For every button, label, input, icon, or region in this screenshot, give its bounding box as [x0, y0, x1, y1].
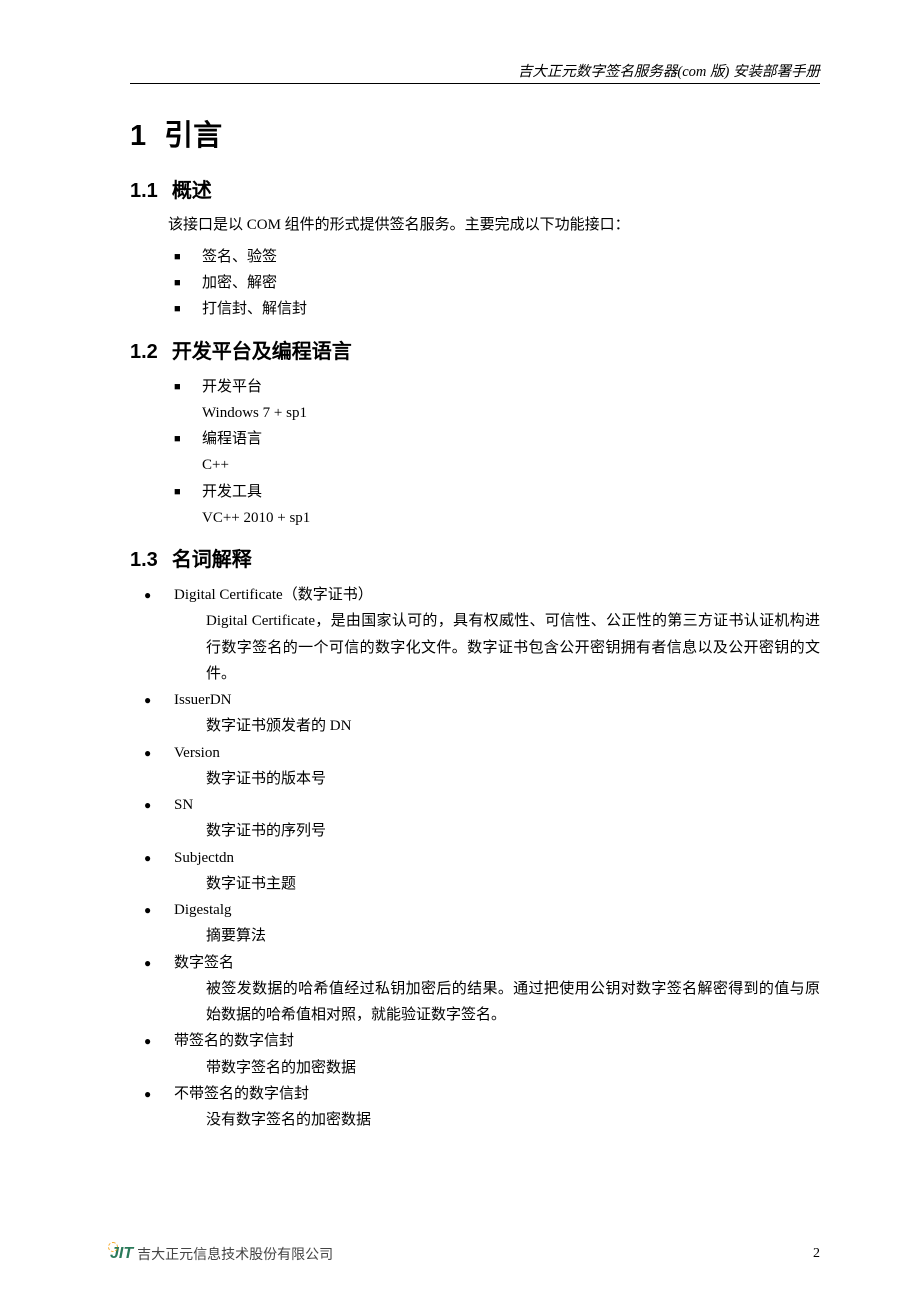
term-name: Subjectdn: [174, 850, 234, 866]
h2-title: 名词解释: [172, 549, 252, 571]
term-desc: 数字证书的版本号: [206, 766, 820, 792]
list-item: 开发平台 Windows 7 + sp1: [168, 374, 820, 427]
header-title: 吉大正元数字签名服务器(com 版) 安装部署手册: [518, 64, 820, 80]
h1-title: 引言: [164, 120, 222, 152]
platform-list: 开发平台 Windows 7 + sp1 编程语言 C++ 开发工具 VC++ …: [168, 374, 820, 532]
company-name: 吉大正元信息技术股份有限公司: [137, 1244, 333, 1264]
list-item: 开发工具 VC++ 2010 + sp1: [168, 479, 820, 532]
h2-number: 1.3: [130, 549, 158, 571]
list-item: 打信封、解信封: [168, 296, 820, 322]
term-item: 带签名的数字信封 带数字签名的加密数据: [140, 1028, 820, 1081]
term-item: Digital Certificate（数字证书） Digital Certif…: [140, 582, 820, 687]
h2-title: 概述: [172, 180, 212, 202]
item-label: 编程语言: [202, 431, 262, 447]
heading-1-2: 1.2 开发平台及编程语言: [130, 335, 820, 364]
term-name: Digital Certificate（数字证书）: [174, 587, 373, 603]
term-name: 不带签名的数字信封: [174, 1086, 309, 1102]
footer-company: JIT 吉大正元信息技术股份有限公司: [110, 1244, 333, 1264]
term-item: 数字签名 被签发数据的哈希值经过私钥加密后的结果。通过把使用公钥对数字签名解密得…: [140, 950, 820, 1029]
page-number: 2: [813, 1246, 820, 1262]
term-desc: 数字证书主题: [206, 871, 820, 897]
overview-list: 签名、验签 加密、解密 打信封、解信封: [168, 244, 820, 323]
list-item: 编程语言 C++: [168, 426, 820, 479]
term-item: IssuerDN 数字证书颁发者的 DN: [140, 687, 820, 740]
term-desc: 被签发数据的哈希值经过私钥加密后的结果。通过把使用公钥对数字签名解密得到的值与原…: [206, 976, 820, 1029]
term-item: Subjectdn 数字证书主题: [140, 845, 820, 898]
overview-intro: 该接口是以 COM 组件的形式提供签名服务。主要完成以下功能接口：: [168, 213, 820, 238]
term-name: Digestalg: [174, 902, 232, 918]
heading-1-1: 1.1 概述: [130, 174, 820, 203]
terms-list: Digital Certificate（数字证书） Digital Certif…: [140, 582, 820, 1133]
heading-1: 1 引言: [130, 112, 820, 154]
h2-number: 1.2: [130, 341, 158, 363]
term-desc: 没有数字签名的加密数据: [206, 1107, 820, 1133]
item-label: 开发工具: [202, 484, 262, 500]
h1-number: 1: [130, 120, 146, 152]
term-name: 带签名的数字信封: [174, 1033, 294, 1049]
term-desc: 带数字签名的加密数据: [206, 1055, 820, 1081]
h2-number: 1.1: [130, 180, 158, 202]
term-desc: 摘要算法: [206, 923, 820, 949]
term-desc: 数字证书的序列号: [206, 818, 820, 844]
term-item: 不带签名的数字信封 没有数字签名的加密数据: [140, 1081, 820, 1134]
item-value: Windows 7 + sp1: [202, 400, 820, 426]
term-desc: 数字证书颁发者的 DN: [206, 713, 820, 739]
heading-1-3: 1.3 名词解释: [130, 543, 820, 572]
item-value: VC++ 2010 + sp1: [202, 505, 820, 531]
term-item: SN 数字证书的序列号: [140, 792, 820, 845]
h2-title: 开发平台及编程语言: [172, 341, 352, 363]
term-desc: Digital Certificate，是由国家认可的，具有权威性、可信性、公正…: [206, 608, 820, 687]
item-label: 开发平台: [202, 379, 262, 395]
company-logo-icon: JIT: [110, 1245, 133, 1263]
term-name: Version: [174, 745, 220, 761]
term-item: Digestalg 摘要算法: [140, 897, 820, 950]
term-name: 数字签名: [174, 955, 234, 971]
list-item: 签名、验签: [168, 244, 820, 270]
term-item: Version 数字证书的版本号: [140, 740, 820, 793]
document-page: 吉大正元数字签名服务器(com 版) 安装部署手册 1 引言 1.1 概述 该接口是…: [0, 0, 920, 1183]
term-name: IssuerDN: [174, 692, 232, 708]
term-name: SN: [174, 797, 193, 813]
page-footer: JIT 吉大正元信息技术股份有限公司 2: [110, 1244, 820, 1264]
item-value: C++: [202, 452, 820, 478]
list-item: 加密、解密: [168, 270, 820, 296]
page-header: 吉大正元数字签名服务器(com 版) 安装部署手册: [130, 60, 820, 84]
